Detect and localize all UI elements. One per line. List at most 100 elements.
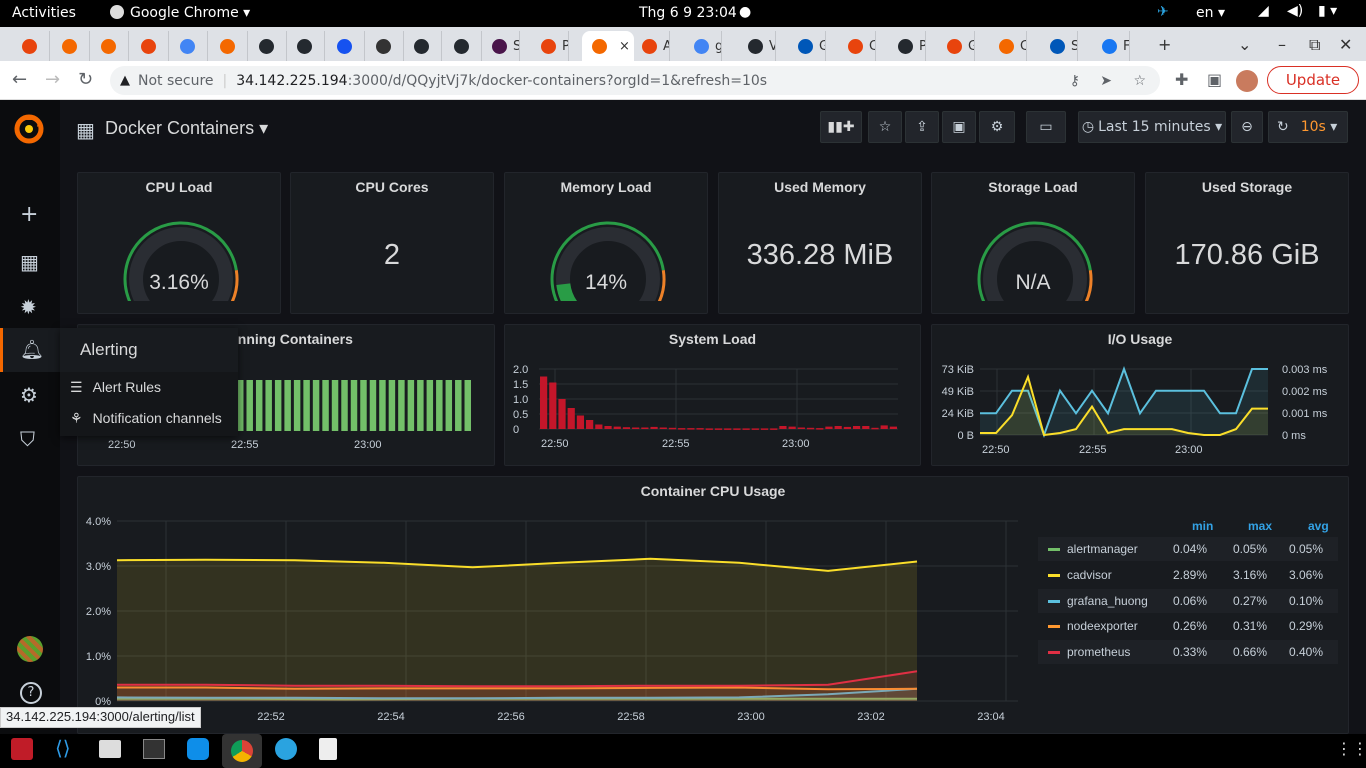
chrome-dock-active[interactable] (222, 734, 262, 768)
notification-channels-menu-item[interactable]: ⚘ Notification channels (70, 410, 222, 427)
back-icon[interactable]: ← (12, 69, 27, 90)
time-picker[interactable]: ◷ Last 15 minutes ▾ (1078, 111, 1226, 143)
send-icon[interactable]: ➤ (1100, 73, 1112, 89)
files-icon[interactable] (99, 740, 121, 758)
stat-panel[interactable]: Used Storage 170.86 GiB (1145, 172, 1349, 314)
browser-tab[interactable]: gr (684, 31, 722, 61)
stat-panel[interactable]: Used Memory 336.28 MiB (718, 172, 922, 314)
forward-icon[interactable]: → (45, 69, 60, 90)
tab-close-icon[interactable]: × (619, 39, 630, 54)
browser-tab[interactable]: V (738, 31, 776, 61)
alert-rules-menu-item[interactable]: ☰ Alert Rules (70, 379, 161, 396)
browser-tab[interactable] (327, 31, 365, 61)
browser-tab[interactable] (287, 31, 325, 61)
profile-avatar[interactable] (1236, 70, 1258, 92)
app-menu[interactable]: Google Chrome ▾ (110, 5, 250, 21)
extensions-icon[interactable]: ✚ (1175, 70, 1188, 89)
browser-tab[interactable]: Al (632, 31, 670, 61)
zoom-out-button[interactable]: ⊖ (1231, 111, 1263, 143)
legend-header[interactable]: avg (1308, 519, 1329, 533)
maximize-icon[interactable]: ⧉ (1309, 35, 1320, 55)
app-icon[interactable] (11, 738, 33, 760)
settings-gear-icon[interactable]: ⚙ (20, 383, 38, 407)
bookmark-star-icon[interactable]: ☆ (1133, 73, 1146, 89)
legend-row[interactable]: nodeexporter 0.26% 0.31% 0.29% (1038, 614, 1338, 638)
reload-icon[interactable]: ↻ (78, 69, 93, 90)
security-label[interactable]: Not secure (138, 73, 214, 89)
dashboards-icon[interactable]: ▦ (20, 250, 39, 274)
browser-tab[interactable]: Fa (1092, 31, 1130, 61)
legend-row[interactable]: alertmanager 0.04% 0.05% 0.05% (1038, 537, 1338, 561)
browser-tab[interactable] (91, 31, 129, 61)
legend-row[interactable]: cadvisor 2.89% 3.16% 3.06% (1038, 563, 1338, 587)
document-app-icon[interactable] (319, 738, 337, 760)
browser-tab[interactable] (131, 31, 169, 61)
legend-row[interactable]: grafana_huong 0.06% 0.27% 0.10% (1038, 588, 1338, 613)
browser-tab[interactable]: C (989, 31, 1027, 61)
io-usage-panel[interactable]: I/O Usage 0 B 24 KiB 49 KiB 73 KiB 0 ms 0.001… (931, 324, 1349, 466)
browser-tab[interactable] (210, 31, 248, 61)
browser-tab[interactable] (366, 31, 404, 61)
container-cpu-usage-panel[interactable]: Container CPU Usage 0% 1.0% 2.0% 3.0% 4.0% 22… (77, 476, 1349, 734)
alerting-menu-title[interactable]: Alerting (60, 328, 238, 372)
share-button[interactable]: ⇪ (905, 111, 939, 143)
update-button[interactable]: Update (1267, 66, 1359, 94)
explore-compass-icon[interactable]: ✹ (20, 295, 37, 319)
browser-tab[interactable] (52, 31, 90, 61)
telegram-tray-icon[interactable]: ✈ (1157, 4, 1169, 20)
address-bar[interactable]: ▲ Not secure | 34.142.225.194:3000/d/QQy… (110, 66, 1160, 95)
browser-tab[interactable]: × (582, 31, 634, 61)
refresh-picker[interactable]: ↻ 10s ▾ (1268, 111, 1348, 143)
browser-tab[interactable] (12, 31, 50, 61)
tab-search-icon[interactable]: ⌄ (1238, 35, 1251, 54)
vscode-icon[interactable]: ⟨⟩ (55, 736, 71, 760)
stat-panel[interactable]: Storage Load N/A (931, 172, 1135, 314)
wifi-icon[interactable]: ◢ (1258, 3, 1269, 19)
new-tab-icon[interactable]: + (1158, 35, 1171, 54)
telegram-icon[interactable] (275, 738, 297, 760)
language-indicator[interactable]: en ▾ (1196, 5, 1225, 21)
clock[interactable]: Thg 6 9 23:04 (639, 5, 737, 21)
browser-tab[interactable]: S (1040, 31, 1078, 61)
show-apps-icon[interactable]: ⋮⋮ (1336, 739, 1366, 758)
browser-tab[interactable] (170, 31, 208, 61)
browser-tab[interactable] (249, 31, 287, 61)
browser-tab[interactable] (404, 31, 442, 61)
help-icon[interactable]: ? (20, 682, 42, 704)
sidepanel-icon[interactable]: ▣ (1207, 70, 1222, 89)
warning-icon[interactable]: ▲ (120, 73, 130, 88)
browser-tab[interactable]: Sl (482, 31, 520, 61)
legend-header[interactable]: max (1248, 519, 1272, 533)
star-button[interactable]: ☆ (868, 111, 902, 143)
legend-row[interactable]: prometheus 0.33% 0.66% 0.40% (1038, 640, 1338, 665)
stat-panel[interactable]: CPU Cores 2 (290, 172, 494, 314)
teamviewer-icon[interactable] (187, 738, 209, 760)
key-icon[interactable]: ⚷ (1070, 73, 1080, 89)
minimize-icon[interactable]: – (1278, 35, 1286, 54)
add-panel-button[interactable]: ▮▮✚ (820, 111, 862, 143)
tv-mode-button[interactable]: ▭ (1026, 111, 1066, 143)
volume-icon[interactable]: ◀) (1287, 3, 1303, 19)
save-button[interactable]: ▣ (942, 111, 976, 143)
shield-icon[interactable]: ⛉ (20, 427, 35, 451)
terminal-icon[interactable] (143, 739, 165, 759)
battery-icon[interactable]: ▮ ▾ (1318, 3, 1337, 19)
system-load-panel[interactable]: System Load 0 0.5 1.0 1.5 2.0 22:50 22:55 23:00 (504, 324, 921, 466)
dashboard-title[interactable]: Docker Containers ▾ (105, 118, 268, 139)
browser-tab[interactable]: P (888, 31, 926, 61)
browser-tab[interactable]: C (838, 31, 876, 61)
grafana-logo-icon[interactable] (13, 112, 45, 144)
browser-tab[interactable] (444, 31, 482, 61)
activities-button[interactable]: Activities (12, 5, 76, 21)
stat-panel[interactable]: Memory Load 14% (504, 172, 708, 314)
browser-tab[interactable]: G (788, 31, 826, 61)
alerting-nav-item[interactable]: 🔔︎ (0, 328, 60, 372)
create-plus-icon[interactable]: + (20, 202, 38, 227)
close-window-icon[interactable]: ✕ (1339, 35, 1352, 54)
browser-tab[interactable]: Pr (531, 31, 569, 61)
legend-header[interactable]: min (1192, 519, 1213, 533)
browser-tab[interactable]: G (937, 31, 975, 61)
dashboard-settings-button[interactable]: ⚙ (979, 111, 1015, 143)
stat-panel[interactable]: CPU Load 3.16% (77, 172, 281, 314)
user-avatar[interactable] (17, 636, 43, 662)
